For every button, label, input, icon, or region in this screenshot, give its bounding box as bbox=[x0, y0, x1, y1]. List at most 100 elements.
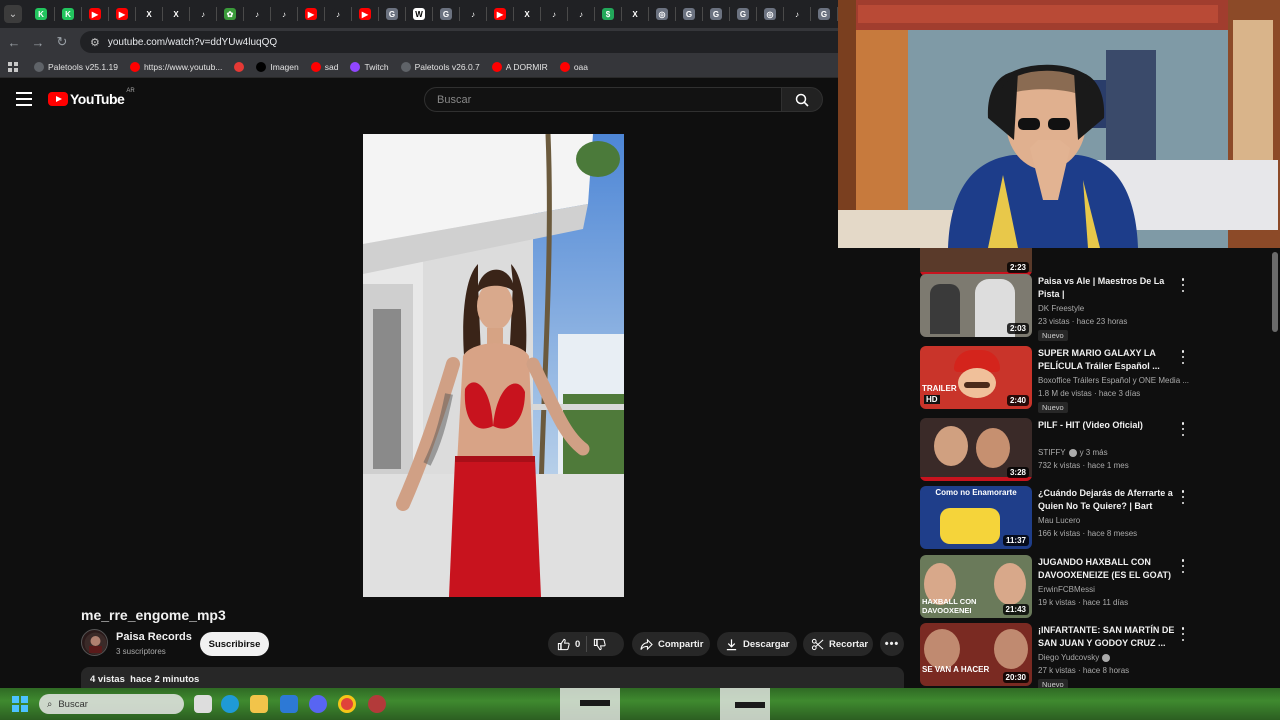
recommendation-item[interactable]: 2:03 Paisa vs Ale | Maestros De La Pista … bbox=[918, 274, 1268, 341]
recommendation-thumbnail[interactable]: 2:23 bbox=[920, 248, 1032, 276]
browser-tab[interactable]: G bbox=[811, 0, 837, 28]
recommendation-item[interactable]: 2:233.6 K vistas · hace 2 semanas bbox=[918, 248, 1268, 277]
more-vert-icon[interactable] bbox=[1180, 559, 1186, 573]
menu-icon[interactable] bbox=[16, 92, 32, 106]
bookmark-item[interactable] bbox=[234, 61, 245, 72]
recommendation-title[interactable]: PILF - HIT (Video Oficial) bbox=[1038, 419, 1178, 432]
browser-tab[interactable]: ♪ bbox=[460, 0, 486, 28]
reload-icon[interactable]: ↻ bbox=[50, 34, 74, 50]
app-icon[interactable] bbox=[368, 695, 386, 713]
browser-tab[interactable]: X bbox=[622, 0, 648, 28]
browser-tab[interactable]: ◎ bbox=[757, 0, 783, 28]
search-input[interactable] bbox=[424, 87, 782, 112]
apps-icon[interactable] bbox=[8, 61, 18, 72]
more-vert-icon[interactable] bbox=[1180, 627, 1186, 641]
share-button[interactable]: Compartir bbox=[632, 632, 710, 656]
recommendation-title[interactable]: ¿Cuándo Dejarás de Aferrarte a Quien No … bbox=[1038, 487, 1178, 513]
more-vert-icon[interactable] bbox=[1180, 278, 1186, 292]
download-button[interactable]: Descargar bbox=[717, 632, 797, 656]
browser-tab[interactable]: ♪ bbox=[271, 0, 297, 28]
search-button[interactable] bbox=[781, 87, 823, 112]
channel-avatar[interactable] bbox=[81, 629, 108, 656]
browser-tab[interactable]: G bbox=[379, 0, 405, 28]
taskbar-search[interactable]: ⌕ Buscar bbox=[39, 694, 184, 714]
bookmark-item[interactable]: A DORMIR bbox=[491, 61, 548, 72]
more-vert-icon[interactable] bbox=[1180, 490, 1186, 504]
bookmark-item[interactable]: Imagen bbox=[256, 61, 299, 72]
recommendation-channel[interactable]: Boxoffice Tráilers Español y ONE Media .… bbox=[1038, 376, 1189, 385]
browser-tab[interactable]: G bbox=[730, 0, 756, 28]
bookmark-item[interactable]: https://www.youtub... bbox=[129, 61, 222, 72]
bookmark-item[interactable]: Twitch bbox=[350, 61, 389, 72]
recommendation-item[interactable]: Como no Enamorarte 11:37 ¿Cuándo Dejarás d… bbox=[918, 486, 1268, 550]
browser-tab[interactable]: ♪ bbox=[784, 0, 810, 28]
windows-start-icon[interactable] bbox=[12, 696, 28, 712]
store-icon[interactable] bbox=[280, 695, 298, 713]
browser-tab[interactable]: X bbox=[163, 0, 189, 28]
recommendation-channel[interactable]: Diego Yudcovsky bbox=[1038, 653, 1113, 662]
channel-name[interactable]: Paisa Records bbox=[116, 631, 192, 643]
recommendation-thumbnail[interactable]: Como no Enamorarte 11:37 bbox=[920, 486, 1032, 549]
browser-tab[interactable]: ▶ bbox=[109, 0, 135, 28]
more-actions-button[interactable]: ••• bbox=[880, 632, 904, 656]
chrome-icon[interactable] bbox=[338, 695, 356, 713]
recommendation-thumbnail[interactable]: TRAILER HD 2:40 bbox=[920, 346, 1032, 409]
recommendation-thumbnail[interactable]: 2:03 bbox=[920, 274, 1032, 337]
dislike-button[interactable] bbox=[593, 638, 606, 651]
recommendation-channel[interactable]: ErwinFCBMessi bbox=[1038, 585, 1095, 594]
sidebar-scrollbar[interactable] bbox=[1270, 248, 1280, 690]
recommendation-channel[interactable]: Mau Lucero bbox=[1038, 516, 1080, 525]
browser-tab[interactable]: G bbox=[433, 0, 459, 28]
browser-tab[interactable]: ✿ bbox=[217, 0, 243, 28]
site-info-icon[interactable]: ⚙ bbox=[90, 36, 100, 49]
youtube-logo[interactable]: YouTube AR bbox=[48, 88, 135, 107]
recommendation-item[interactable]: HAXBALL CON DAVOOXENEI 21:43 JUGANDO HAXBA… bbox=[918, 555, 1268, 619]
browser-tab[interactable]: ♪ bbox=[244, 0, 270, 28]
browser-tab[interactable]: X bbox=[514, 0, 540, 28]
bookmark-item[interactable]: sad bbox=[310, 61, 338, 72]
video-player[interactable] bbox=[363, 134, 624, 597]
browser-tab[interactable]: K bbox=[28, 0, 54, 28]
tab-search-icon[interactable]: ⌄ bbox=[4, 5, 22, 23]
scrollbar-thumb[interactable] bbox=[1272, 252, 1278, 332]
browser-tab[interactable]: ▶ bbox=[82, 0, 108, 28]
recommendation-title[interactable]: SUPER MARIO GALAXY LA PELÍCULA Tráiler E… bbox=[1038, 347, 1178, 373]
bookmark-item[interactable]: Paletools v26.0.7 bbox=[400, 61, 480, 72]
browser-tab[interactable]: ♪ bbox=[568, 0, 594, 28]
recommendation-item[interactable]: SE VAN A HACER 20:30 ¡INFARTANTE: SAN MART… bbox=[918, 623, 1268, 690]
browser-tab[interactable]: ♪ bbox=[190, 0, 216, 28]
bookmark-item[interactable]: Paletools v25.1.19 bbox=[34, 61, 118, 72]
task-view-icon[interactable] bbox=[194, 695, 212, 713]
bookmark-item[interactable]: oaa bbox=[559, 61, 588, 72]
browser-tab[interactable]: W bbox=[406, 0, 432, 28]
recommendation-title[interactable]: Paisa vs Ale | Maestros De La Pista | bbox=[1038, 275, 1178, 301]
like-button[interactable]: 0 bbox=[548, 638, 580, 651]
recommendation-thumbnail[interactable]: SE VAN A HACER 20:30 bbox=[920, 623, 1032, 686]
browser-tab[interactable]: ▶ bbox=[487, 0, 513, 28]
browser-tab[interactable]: $ bbox=[595, 0, 621, 28]
browser-tab[interactable]: G bbox=[703, 0, 729, 28]
recommendation-channel[interactable]: DK Freestyle bbox=[1038, 304, 1084, 313]
browser-tab[interactable]: ♪ bbox=[541, 0, 567, 28]
file-explorer-icon[interactable] bbox=[250, 695, 268, 713]
discord-icon[interactable] bbox=[309, 695, 327, 713]
recommendation-item[interactable]: TRAILER HD 2:40 SUPER MARIO GALAXY LA PELÍC… bbox=[918, 346, 1268, 413]
more-vert-icon[interactable] bbox=[1180, 350, 1186, 364]
browser-tab[interactable]: ▶ bbox=[298, 0, 324, 28]
browser-tab[interactable]: K bbox=[55, 0, 81, 28]
recommendation-title[interactable]: JUGANDO HAXBALL CON DAVOOXENEIZE (ES EL … bbox=[1038, 556, 1178, 582]
browser-tab[interactable]: ♪ bbox=[325, 0, 351, 28]
browser-tab[interactable]: G bbox=[676, 0, 702, 28]
recommendation-thumbnail[interactable]: 3:28 bbox=[920, 418, 1032, 481]
browser-tab[interactable]: X bbox=[136, 0, 162, 28]
recommendation-channel[interactable]: STIFFY y 3 más bbox=[1038, 448, 1108, 457]
browser-tab[interactable]: ▶ bbox=[352, 0, 378, 28]
recommendation-thumbnail[interactable]: HAXBALL CON DAVOOXENEI 21:43 bbox=[920, 555, 1032, 618]
recommendation-title[interactable]: ¡INFARTANTE: SAN MARTÍN DE SAN JUAN Y GO… bbox=[1038, 624, 1178, 650]
back-icon[interactable]: ← bbox=[2, 35, 26, 50]
subscribe-button[interactable]: Suscribirse bbox=[200, 632, 269, 656]
forward-icon[interactable]: → bbox=[26, 35, 50, 50]
more-vert-icon[interactable] bbox=[1180, 422, 1186, 436]
browser-tab[interactable]: ◎ bbox=[649, 0, 675, 28]
clip-button[interactable]: Recortar bbox=[803, 632, 873, 656]
